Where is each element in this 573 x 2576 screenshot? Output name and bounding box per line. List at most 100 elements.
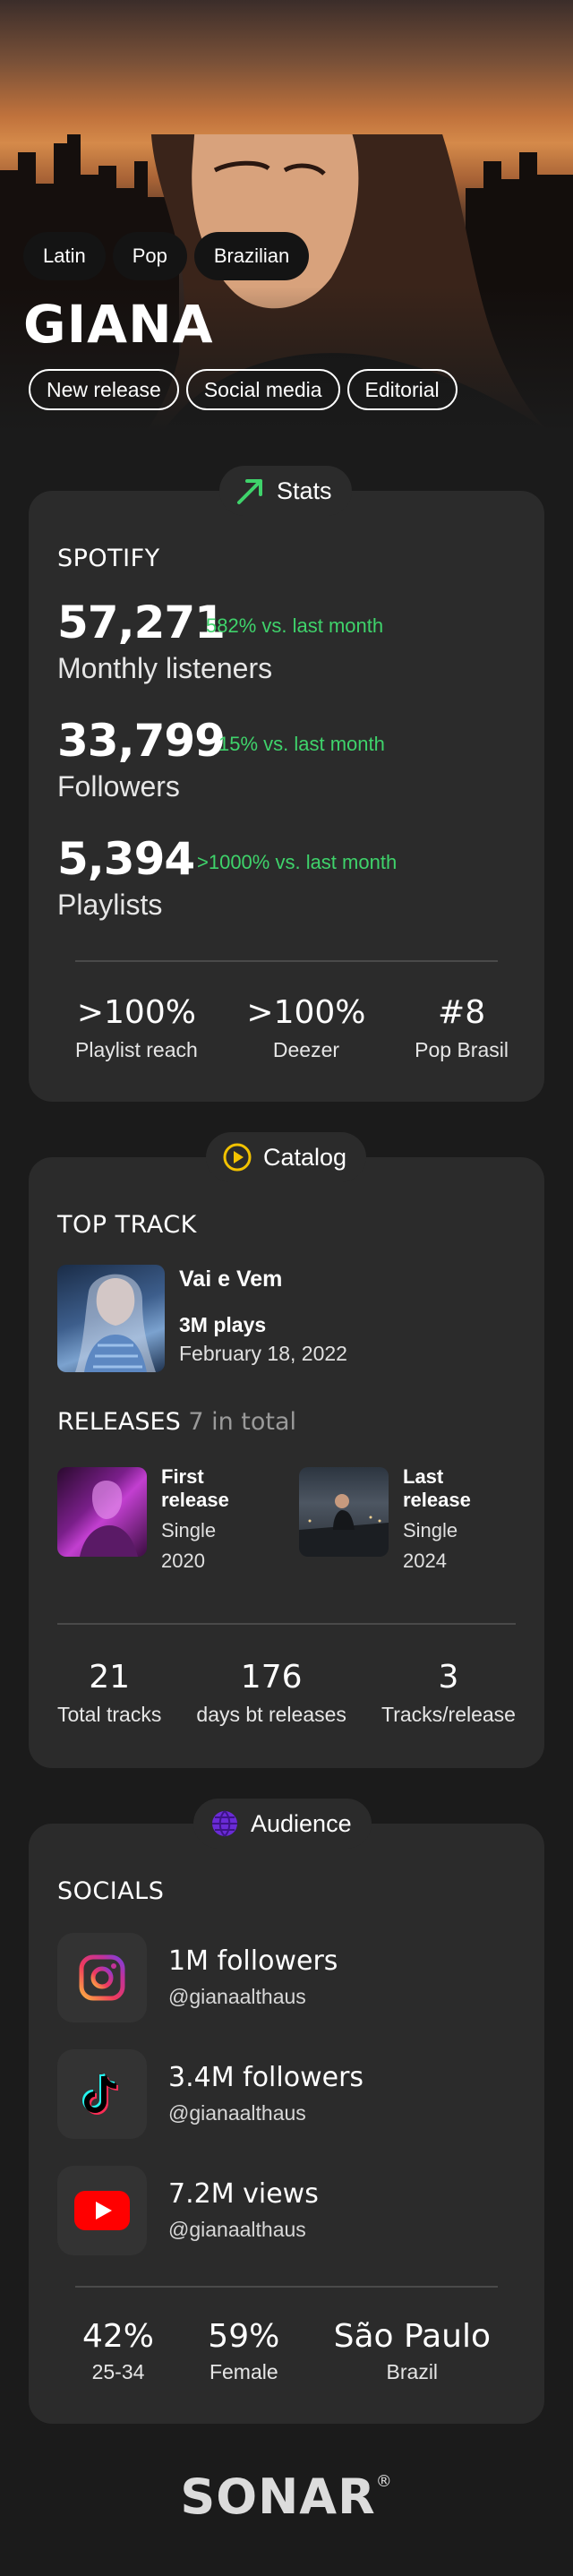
last-release-info: Last release Single 2024	[403, 1465, 471, 1576]
youtube-handle[interactable]: @gianaalthaus	[168, 2218, 306, 2242]
summary-value: >100%	[76, 994, 196, 1031]
genre-chip-latin[interactable]: Latin	[23, 232, 106, 280]
summary-label: Deezer	[272, 1038, 340, 1061]
play-circle-icon	[223, 1143, 252, 1172]
followers-change: 15% vs. last month	[218, 733, 385, 755]
demographic-label: Female	[209, 2360, 278, 2383]
last-release-year: 2024	[403, 1550, 447, 1572]
first-release-cover[interactable]	[57, 1467, 147, 1557]
top-track-cover[interactable]	[57, 1265, 165, 1372]
sonar-logo: SONAR®	[0, 2469, 573, 2525]
monthly-listeners-value: 57,271	[57, 597, 226, 648]
stats-summary: >100% Playlist reach >100% Deezer #8 Pop…	[75, 994, 509, 1062]
audience-card: SOCIALS 1M followers @gianaalthaus 3.4M …	[29, 1824, 544, 2424]
genre-chip-brazilian[interactable]: Brazilian	[193, 232, 310, 280]
sonar-logo-text: SONAR	[180, 2469, 376, 2525]
last-release-title-1: Last	[403, 1465, 444, 1488]
tiktok-metric: 3.4M followers	[168, 2062, 364, 2093]
first-release-title-1: First	[161, 1465, 204, 1488]
releases-heading: RELEASES 7 in total	[57, 1408, 296, 1436]
tiktok-icon[interactable]	[57, 2049, 147, 2139]
first-release-type: Single	[161, 1519, 217, 1541]
social-row-youtube[interactable]: 7.2M views @gianaalthaus	[57, 2166, 523, 2255]
playlists-change: >1000% vs. last month	[197, 851, 398, 873]
catalog-divider	[57, 1623, 516, 1625]
summary-label: Pop Brasil	[415, 1038, 509, 1061]
summary-deezer: >100% Deezer	[246, 994, 365, 1062]
monthly-listeners-label: Monthly listeners	[57, 652, 273, 684]
genre-chips: Latin Pop Brazilian	[23, 232, 310, 280]
followers-value: 33,799	[57, 715, 226, 767]
followers-label: Followers	[57, 770, 180, 803]
releases-count: 7 in total	[188, 1408, 297, 1436]
youtube-metric: 7.2M views	[168, 2178, 319, 2210]
first-release-info: First release Single 2020	[161, 1465, 229, 1576]
audience-demographics: 42% 25-34 59% Female São Paulo Brazil	[82, 2318, 491, 2384]
demographic-value: 59%	[208, 2318, 280, 2355]
tiktok-handle[interactable]: @gianaalthaus	[168, 2101, 306, 2125]
summary-value: #8	[438, 994, 486, 1031]
first-release-year: 2020	[161, 1550, 205, 1572]
social-row-tiktok[interactable]: 3.4M followers @gianaalthaus	[57, 2049, 523, 2139]
youtube-icon[interactable]	[57, 2166, 147, 2255]
instagram-icon[interactable]	[57, 1933, 147, 2022]
social-row-instagram[interactable]: 1M followers @gianaalthaus	[57, 1933, 523, 2022]
stats-pill-label: Stats	[277, 477, 332, 504]
monthly-listeners-change: 582% vs. last month	[206, 614, 384, 637]
top-track-date: February 18, 2022	[179, 1342, 347, 1365]
summary-label: Tracks/release	[381, 1703, 516, 1726]
catalog-section-pill: Catalog	[206, 1132, 367, 1182]
catalog-pill-label: Catalog	[263, 1143, 347, 1171]
registered-mark: ®	[375, 2472, 393, 2491]
summary-label: days bt releases	[196, 1703, 346, 1726]
summary-value: 3	[438, 1659, 459, 1696]
catalog-summary: 21 Total tracks 176 days bt releases 3 T…	[57, 1659, 516, 1727]
last-release-cover-art	[299, 1494, 389, 1557]
top-track-title[interactable]: Vai e Vem	[179, 1267, 282, 1292]
audience-divider	[75, 2286, 498, 2288]
socials-label: SOCIALS	[57, 1877, 165, 1905]
catalog-card: TOP TRACK Vai e Vem 3M plays February 18…	[29, 1157, 544, 1768]
demographic-label: Brazil	[386, 2360, 439, 2383]
last-release-cover[interactable]	[299, 1467, 389, 1557]
genre-chip-pop[interactable]: Pop	[112, 232, 187, 280]
summary-total-tracks: 21 Total tracks	[57, 1659, 161, 1727]
playlists-label: Playlists	[57, 889, 163, 921]
demographic-value: São Paulo	[333, 2318, 491, 2355]
last-release-title-2: release	[403, 1489, 471, 1511]
top-track-plays: 3M plays	[179, 1313, 267, 1336]
summary-playlist-reach: >100% Playlist reach	[75, 994, 198, 1062]
demographic-label: 25-34	[91, 2360, 145, 2383]
stats-card: SPOTIFY 57,271 582% vs. last month Month…	[29, 491, 544, 1102]
demographic-value: 42%	[82, 2318, 155, 2355]
summary-value: >100%	[246, 994, 366, 1031]
first-release-title-2: release	[161, 1489, 229, 1511]
audience-pill-label: Audience	[251, 1809, 352, 1837]
summary-label: Playlist reach	[75, 1038, 198, 1061]
summary-days-between-releases: 176 days bt releases	[196, 1659, 346, 1727]
top-track-label: TOP TRACK	[57, 1211, 197, 1239]
summary-pop-brasil: #8 Pop Brasil	[415, 994, 509, 1062]
platform-label: SPOTIFY	[57, 545, 160, 572]
demographic-city: São Paulo Brazil	[334, 2318, 491, 2384]
instagram-metric: 1M followers	[168, 1945, 338, 1977]
stats-divider	[75, 960, 498, 962]
summary-tracks-per-release: 3 Tracks/release	[381, 1659, 516, 1727]
tag-chip-social-media[interactable]: Social media	[185, 369, 340, 410]
last-release-type: Single	[403, 1519, 458, 1541]
instagram-handle[interactable]: @gianaalthaus	[168, 1985, 306, 2009]
summary-value: 176	[240, 1659, 303, 1696]
summary-label: Total tracks	[57, 1703, 162, 1726]
tag-chip-editorial[interactable]: Editorial	[346, 369, 458, 410]
stats-section-pill: Stats	[219, 466, 352, 516]
tag-chips: New release Social media Editorial	[29, 369, 458, 410]
trending-up-icon	[237, 479, 262, 504]
playlists-value: 5,394	[57, 833, 195, 885]
releases-label: RELEASES	[57, 1408, 181, 1436]
audience-section-pill: Audience	[193, 1799, 372, 1849]
tag-chip-new-release[interactable]: New release	[29, 369, 179, 410]
demographic-gender: 59% Female	[208, 2318, 279, 2384]
summary-value: 21	[89, 1659, 131, 1696]
demographic-age: 42% 25-34	[82, 2318, 154, 2384]
first-release-cover-art	[80, 1480, 138, 1557]
